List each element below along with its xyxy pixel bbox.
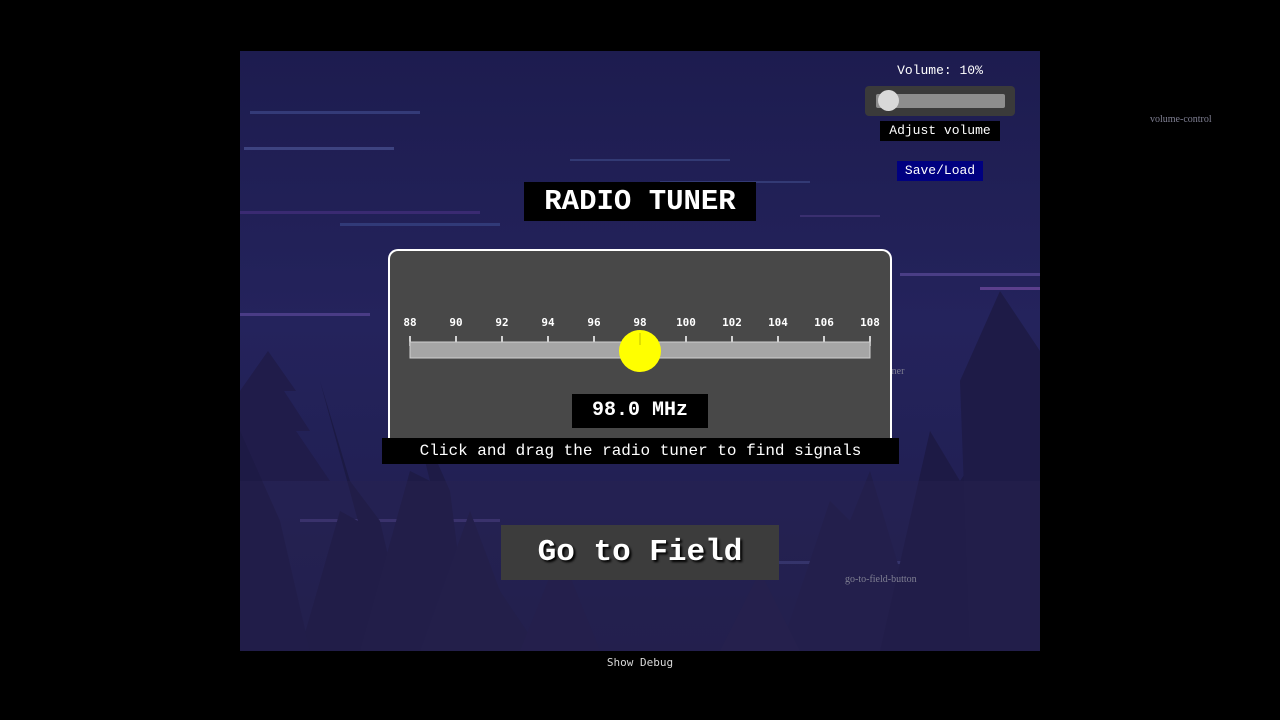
show-debug-button[interactable]: Show Debug: [590, 654, 690, 672]
debug-label-go-to-field-button: go-to-field-button: [845, 574, 917, 585]
dial-scale-label: 88: [403, 316, 416, 329]
dial-scale-label: 106: [814, 316, 834, 329]
game-title: RADIO TUNER: [524, 182, 756, 221]
dial-scale-label: 90: [449, 316, 462, 329]
volume-slider-thumb[interactable]: [878, 90, 900, 111]
dial-scale-label: 100: [676, 316, 696, 329]
go-to-field-button[interactable]: Go to Field: [501, 525, 779, 580]
tuner-hint: Click and drag the radio tuner to find s…: [382, 438, 899, 464]
radio-tuner-dial[interactable]: 88 90 92 94 96 98 100 102 104 106 108: [388, 300, 892, 380]
dial-scale-label: 94: [541, 316, 555, 329]
volume-caption: Adjust volume: [880, 121, 1000, 141]
dial-scale-label: 96: [587, 316, 601, 329]
debug-label-volume-control: volume-control: [1150, 114, 1212, 125]
tuner-knob[interactable]: [619, 330, 661, 372]
dial-scale-label: 98: [633, 316, 646, 329]
volume-label: Volume: 10%: [897, 63, 983, 78]
dial-scale-label: 92: [495, 316, 508, 329]
dial-scale-label: 102: [722, 316, 742, 329]
save-load-button[interactable]: Save/Load: [897, 161, 983, 181]
dial-scale-label: 104: [768, 316, 788, 329]
dial-scale-label: 108: [860, 316, 880, 329]
frequency-display: 98.0 MHz: [572, 394, 708, 428]
